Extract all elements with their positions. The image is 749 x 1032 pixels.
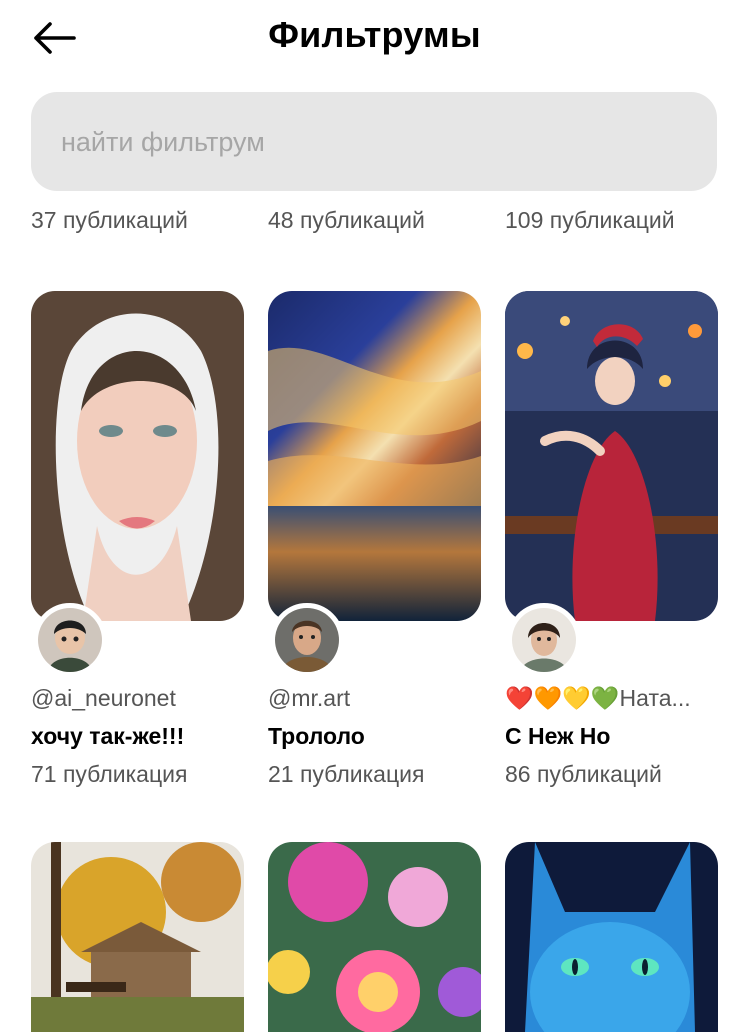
publication-count: 21 публикация — [268, 761, 425, 787]
header: Фильтрумы — [0, 0, 749, 80]
author-handle[interactable]: ❤️🧡💛💚Ната... — [505, 685, 720, 712]
publication-count: 37 публикаций — [31, 207, 188, 233]
sea-sky-image[interactable] — [268, 291, 481, 621]
boy-cartoon-avatar[interactable] — [33, 603, 107, 677]
search-input[interactable] — [59, 92, 683, 193]
filter-name[interactable]: Трололо — [268, 723, 365, 750]
autumn-house-image[interactable] — [31, 842, 244, 1032]
filter-name[interactable]: хочу так-же!!! — [31, 723, 184, 750]
publication-count: 71 публикация — [31, 761, 188, 787]
portrait-woman-image[interactable] — [31, 291, 244, 621]
roses-image[interactable] — [268, 842, 481, 1032]
woman-red-dress-image[interactable] — [505, 291, 718, 621]
woman-avatar[interactable] — [507, 603, 581, 677]
author-handle[interactable]: @mr.art — [268, 685, 483, 712]
author-handle[interactable]: @ai_neuronet — [31, 685, 246, 712]
publication-count: 86 публикаций — [505, 761, 662, 787]
man-avatar[interactable] — [270, 603, 344, 677]
filter-name[interactable]: С Неж Но — [505, 723, 610, 750]
publication-count: 48 публикаций — [268, 207, 425, 233]
search-bar[interactable] — [31, 92, 717, 193]
blue-cat-image[interactable] — [505, 842, 718, 1032]
publication-count: 109 публикаций — [505, 207, 675, 233]
page-title: Фильтрумы — [268, 14, 481, 55]
